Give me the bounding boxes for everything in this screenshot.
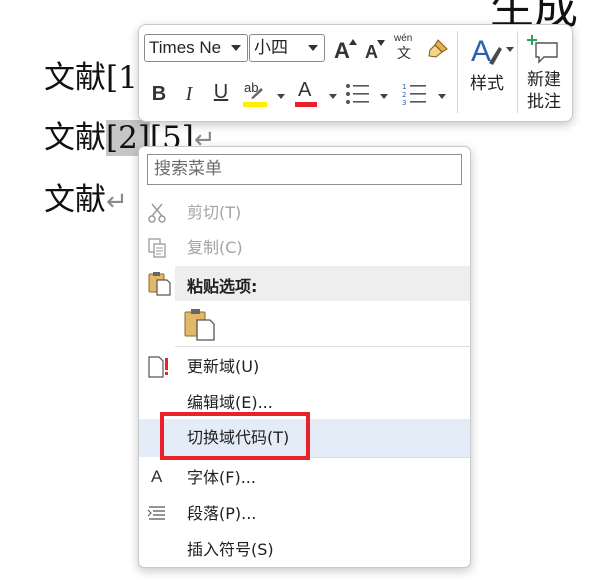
italic-button[interactable]: I: [177, 83, 201, 109]
font-name-combo[interactable]: Times Ne: [144, 34, 248, 62]
font-size-value: 小四: [254, 38, 288, 57]
paste-options-header: 粘贴选项:: [175, 266, 470, 301]
chevron-down-icon: [308, 45, 318, 51]
styles-label: 样式: [470, 74, 504, 93]
new-comment-icon: [527, 35, 558, 64]
svg-text:1: 1: [402, 83, 406, 91]
styles-icon: A: [471, 35, 502, 67]
format-painter-icon: [428, 39, 448, 58]
paste-options-label: 粘贴选项:: [187, 277, 258, 296]
menu-divider: [175, 346, 470, 347]
font-color-button[interactable]: A: [293, 79, 319, 109]
caret-down-icon: [377, 40, 385, 46]
line-2-prefix: 文献: [44, 120, 106, 156]
new-comment-label-line2: 批注: [527, 92, 561, 111]
new-comment-label-line1: 新建: [527, 70, 561, 89]
svg-text:A: A: [471, 35, 491, 67]
format-painter-button[interactable]: [425, 37, 451, 63]
font-color-letter: A: [298, 79, 312, 101]
line-1-text: 文献[1: [44, 60, 138, 96]
bullet-list-icon: [346, 84, 369, 104]
line-3-prefix: 文献: [44, 182, 106, 218]
font-icon: A: [151, 467, 163, 486]
chevron-down-icon[interactable]: [380, 94, 388, 99]
chevron-down-icon[interactable]: [277, 94, 285, 99]
highlight-color-bar: [243, 102, 267, 107]
menu-item-label: 插入符号(S): [187, 540, 274, 559]
toolbar-separator: [457, 31, 458, 113]
phonetic-pinyin-text: wén: [394, 33, 413, 44]
paste-keep-text-icon: [184, 309, 215, 341]
menu-item-label: 段落(P)...: [187, 504, 257, 523]
styles-button[interactable]: A 样式: [464, 31, 514, 115]
menu-item-label: 更新域(U): [187, 357, 260, 376]
context-menu: 剪切(T) 复制(C) 粘贴选项: 更新域(U): [138, 146, 471, 568]
new-comment-button[interactable]: 新建 批注: [521, 31, 567, 117]
highlighter-pen-icon: [251, 88, 263, 99]
scissors-icon: [148, 203, 166, 223]
search-input[interactable]: [148, 155, 460, 182]
bullets-button[interactable]: [344, 81, 372, 109]
menu-item-label: 编辑域(E)...: [187, 393, 273, 412]
caret-up-icon: [349, 39, 357, 45]
menu-item-label: 复制(C): [187, 238, 243, 257]
menu-item-copy[interactable]: 复制(C): [139, 229, 470, 267]
chevron-down-icon[interactable]: [329, 94, 337, 99]
numbering-button[interactable]: 1 2 3: [401, 81, 429, 109]
svg-text:2: 2: [402, 91, 406, 99]
document-line-1: 文献[1: [44, 58, 138, 98]
font-name-value: Times Ne: [149, 38, 222, 57]
toolbar-separator: [517, 31, 518, 113]
highlight-annotation-box: [160, 412, 310, 460]
menu-item-font[interactable]: A 字体(F)...: [139, 459, 470, 497]
font-color-bar: [295, 102, 317, 107]
menu-item-update-field[interactable]: 更新域(U): [139, 348, 470, 386]
menu-item-paragraph[interactable]: 段落(P)...: [139, 495, 470, 533]
grow-font-button[interactable]: A: [332, 35, 357, 63]
highlight-button[interactable]: ab: [241, 79, 269, 109]
grow-font-icon: A: [334, 38, 350, 63]
phonetic-char-text: 文: [397, 45, 411, 61]
bold-button[interactable]: B: [147, 83, 171, 109]
paragraph-mark: ↵: [106, 187, 128, 217]
document-line-3: 文献↵: [44, 180, 128, 222]
copy-icon: [148, 238, 166, 258]
paste-icon: [148, 272, 171, 296]
phonetic-guide-button[interactable]: wén 文: [392, 33, 418, 65]
shrink-font-button[interactable]: A: [363, 35, 385, 63]
font-size-combo[interactable]: 小四: [249, 34, 325, 62]
chevron-down-icon[interactable]: [438, 94, 446, 99]
update-field-icon: [148, 356, 168, 378]
menu-item-label: 剪切(T): [187, 203, 242, 222]
paragraph-icon: [147, 506, 165, 520]
chevron-down-icon: [231, 45, 241, 51]
svg-text:3: 3: [402, 99, 406, 107]
chevron-down-icon: [506, 47, 514, 52]
paste-keep-text-button[interactable]: [183, 307, 217, 341]
search-box[interactable]: [147, 154, 462, 185]
numbered-list-icon: 1 2 3: [402, 83, 426, 107]
underline-button[interactable]: U: [209, 81, 233, 109]
mini-toolbar: Times Ne 小四 A A wén 文 B I U ab A 1 2 3 A…: [138, 24, 573, 122]
menu-item-cut[interactable]: 剪切(T): [139, 194, 470, 232]
menu-item-label: 字体(F)...: [187, 468, 256, 487]
menu-item-insert-symbol[interactable]: 插入符号(S): [139, 531, 470, 569]
